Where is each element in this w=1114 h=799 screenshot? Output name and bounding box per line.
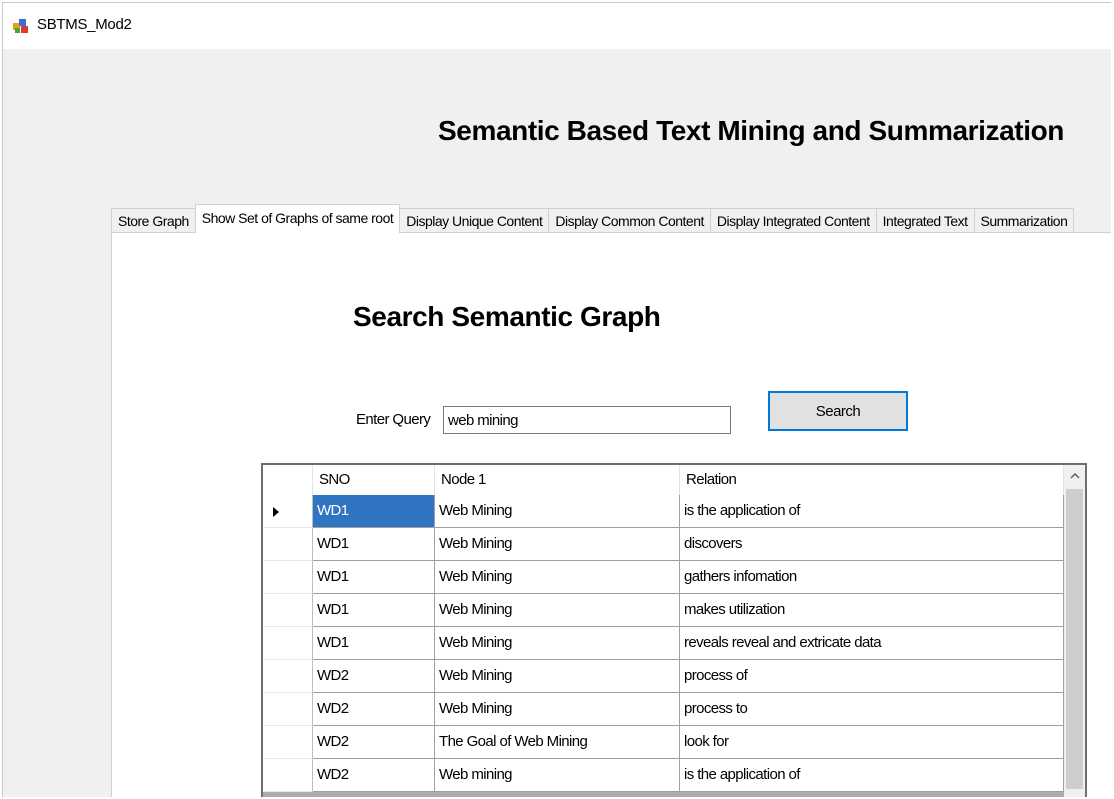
cell-relation[interactable]: process of — [680, 660, 1064, 693]
scroll-up-arrow-icon[interactable] — [1064, 465, 1085, 487]
main-heading: Semantic Based Text Mining and Summariza… — [438, 115, 1065, 146]
tab-panel-show-set-of-graphs: Search Semantic Graph Enter Query Search… — [111, 232, 1111, 797]
cell-node1[interactable]: The Goal of Web Mining — [435, 726, 680, 759]
cell-node1[interactable]: Web Mining — [435, 660, 680, 693]
search-button[interactable]: Search — [768, 391, 908, 431]
cell-sno[interactable]: WD1 — [313, 594, 435, 627]
row-header[interactable] — [263, 693, 313, 726]
query-input[interactable] — [443, 406, 731, 434]
grid-header: SNO Node 1 Relation — [263, 465, 1064, 495]
row-header[interactable] — [263, 561, 313, 594]
table-row[interactable]: WD1 Web Mining reveals reveal and extricat… — [263, 627, 1064, 660]
tab-strip: Store Graph Show Set of Graphs of same ro… — [111, 204, 1075, 233]
table-row[interactable]: WD1 Web Mining makes utilization — [263, 594, 1064, 627]
column-header-node1[interactable]: Node 1 — [435, 465, 680, 495]
table-row[interactable]: WD2 Web mining is the application of — [263, 759, 1064, 792]
current-row-arrow-icon — [273, 507, 279, 517]
scrollbar-thumb[interactable] — [1066, 489, 1083, 789]
column-header-relation[interactable]: Relation — [680, 465, 1064, 495]
cell-relation[interactable]: discovers — [680, 528, 1064, 561]
table-row[interactable]: WD1 Web Mining is the application of — [263, 495, 1064, 528]
cell-sno[interactable]: WD1 — [313, 495, 435, 528]
cell-sno[interactable]: WD2 — [313, 693, 435, 726]
title-bar: SBTMS_Mod2 — [3, 3, 1111, 49]
cell-relation[interactable]: reveals reveal and extricate data — [680, 627, 1064, 660]
vertical-scrollbar[interactable] — [1064, 465, 1085, 797]
grid-body: WD1 Web Mining is the application of WD1 Web… — [263, 495, 1064, 792]
tab-display-unique-content[interactable]: Display Unique Content — [399, 208, 550, 233]
panel-heading: Search Semantic Graph — [353, 301, 661, 332]
table-row[interactable]: WD2 Web Mining process to — [263, 693, 1064, 726]
tab-display-integrated-content[interactable]: Display Integrated Content — [709, 208, 877, 233]
table-row[interactable]: WD1 Web Mining discovers — [263, 528, 1064, 561]
cell-sno[interactable]: WD2 — [313, 759, 435, 792]
tab-integrated-text[interactable]: Integrated Text — [875, 208, 975, 233]
tab-show-set-of-graphs-of-same-root[interactable]: Show Set of Graphs of same root — [194, 204, 401, 233]
cell-node1[interactable]: Web mining — [435, 759, 680, 792]
results-grid[interactable]: SNO Node 1 Relation WD1 Web Mining is the … — [261, 463, 1087, 797]
table-row[interactable]: WD2 The Goal of Web Mining look for — [263, 726, 1064, 759]
cell-sno[interactable]: WD2 — [313, 660, 435, 693]
grid-corner-header[interactable] — [263, 465, 313, 495]
row-header[interactable] — [263, 528, 313, 561]
cell-node1[interactable]: Web Mining — [435, 693, 680, 726]
cell-sno[interactable]: WD2 — [313, 726, 435, 759]
cell-node1[interactable]: Web Mining — [435, 528, 680, 561]
cell-sno[interactable]: WD1 — [313, 627, 435, 660]
row-header[interactable] — [263, 759, 313, 792]
app-icon — [12, 17, 30, 35]
query-label: Enter Query — [356, 411, 431, 428]
cell-node1[interactable]: Web Mining — [435, 561, 680, 594]
cell-sno[interactable]: WD1 — [313, 561, 435, 594]
row-header[interactable] — [263, 495, 313, 528]
cell-relation[interactable]: is the application of — [680, 495, 1064, 528]
tab-summarization[interactable]: Summarization — [973, 208, 1075, 233]
row-header[interactable] — [263, 627, 313, 660]
column-header-sno[interactable]: SNO — [313, 465, 435, 495]
cell-relation[interactable]: gathers infomation — [680, 561, 1064, 594]
cell-relation[interactable]: is the application of — [680, 759, 1064, 792]
table-row[interactable]: WD1 Web Mining gathers infomation — [263, 561, 1064, 594]
cell-node1[interactable]: Web Mining — [435, 627, 680, 660]
cell-relation[interactable]: makes utilization — [680, 594, 1064, 627]
cell-node1[interactable]: Web Mining — [435, 495, 680, 528]
cell-sno[interactable]: WD1 — [313, 528, 435, 561]
row-header[interactable] — [263, 594, 313, 627]
app-window: SBTMS_Mod2 Semantic Based Text Mining an… — [2, 2, 1111, 797]
row-header[interactable] — [263, 660, 313, 693]
table-row[interactable]: WD2 Web Mining process of — [263, 660, 1064, 693]
cell-relation[interactable]: look for — [680, 726, 1064, 759]
tab-store-graph[interactable]: Store Graph — [111, 208, 196, 233]
cell-relation[interactable]: process to — [680, 693, 1064, 726]
tab-display-common-content[interactable]: Display Common Content — [548, 208, 711, 233]
row-header[interactable] — [263, 726, 313, 759]
window-title: SBTMS_Mod2 — [37, 16, 132, 33]
cell-node1[interactable]: Web Mining — [435, 594, 680, 627]
